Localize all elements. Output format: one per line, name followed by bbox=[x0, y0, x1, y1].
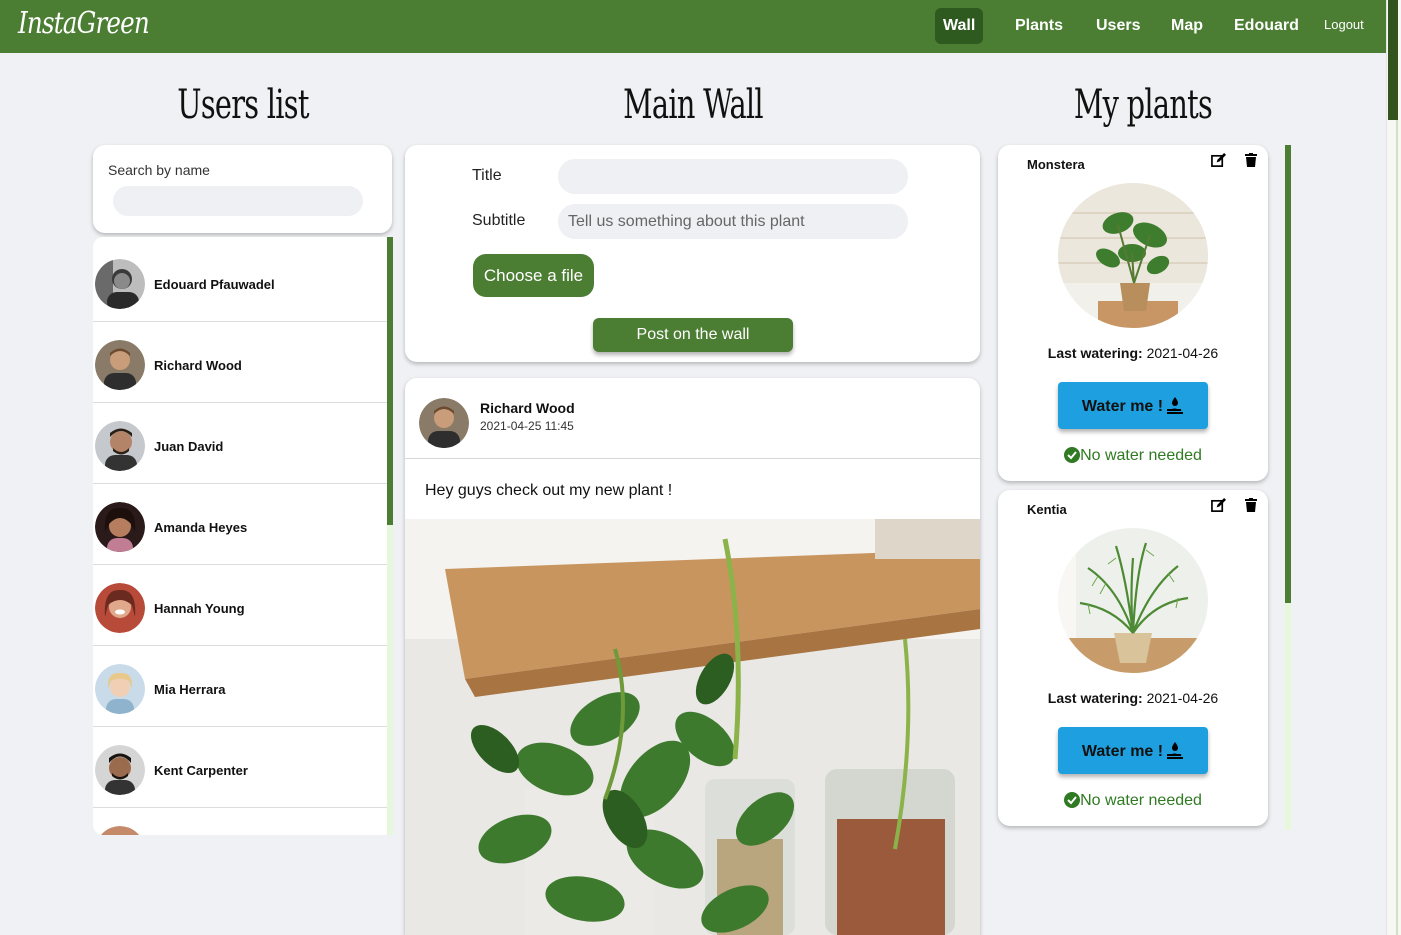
subtitle-input[interactable] bbox=[558, 204, 908, 239]
trash-icon[interactable] bbox=[1245, 498, 1257, 512]
post-text: Hey guys check out my new plant ! bbox=[425, 482, 673, 499]
user-search-input[interactable] bbox=[113, 186, 363, 216]
water-status: No water needed bbox=[998, 447, 1268, 465]
nav-profile[interactable]: Edouard bbox=[1226, 8, 1307, 44]
nav-wall[interactable]: Wall bbox=[935, 8, 984, 44]
user-row[interactable]: Edouard Pfauwadel bbox=[93, 241, 387, 322]
nav-users[interactable]: Users bbox=[1088, 8, 1148, 44]
plant-photo bbox=[1058, 528, 1208, 673]
users-scrollbar-thumb[interactable] bbox=[387, 237, 393, 525]
post-form: Title Subtitle Choose a file Post on the… bbox=[405, 145, 980, 362]
user-row[interactable]: Amanda Heyes bbox=[93, 484, 387, 565]
plants-scrollbar-thumb[interactable] bbox=[1285, 145, 1291, 603]
user-name: Amanda Heyes bbox=[154, 520, 248, 535]
post-author-avatar[interactable] bbox=[419, 398, 469, 448]
check-circle-icon bbox=[1064, 792, 1081, 808]
nav-map[interactable]: Map bbox=[1163, 8, 1211, 44]
user-name: Richard Wood bbox=[154, 358, 242, 373]
water-button-label: Water me ! bbox=[1081, 742, 1164, 760]
user-row[interactable] bbox=[93, 808, 387, 835]
last-watering: Last watering: 2021-04-26 bbox=[998, 345, 1268, 361]
post-author[interactable]: Richard Wood bbox=[480, 400, 575, 416]
user-name: Juan David bbox=[154, 439, 224, 454]
water-button[interactable]: Water me ! bbox=[1058, 727, 1208, 774]
users-list-title: Users list bbox=[177, 82, 309, 128]
subtitle-label: Subtitle bbox=[472, 212, 526, 229]
user-name: Kent Carpenter bbox=[154, 763, 248, 778]
last-watering-label: Last watering: bbox=[1047, 690, 1143, 706]
user-row[interactable]: Mia Herrara bbox=[93, 646, 387, 727]
user-avatar bbox=[95, 826, 145, 835]
users-list: Edouard Pfauwadel Richard Wood Juan Davi… bbox=[93, 237, 393, 835]
user-row[interactable]: Hannah Young bbox=[93, 565, 387, 646]
water-status-text: No water needed bbox=[1080, 447, 1202, 464]
user-row[interactable]: Juan David bbox=[93, 403, 387, 484]
user-avatar bbox=[95, 502, 145, 552]
water-status: No water needed bbox=[998, 792, 1268, 810]
last-watering-label: Last watering: bbox=[1047, 345, 1143, 361]
post-date: 2021-04-25 11:45 bbox=[480, 419, 574, 433]
last-watering: Last watering: 2021-04-26 bbox=[998, 690, 1268, 706]
window-scrollbar[interactable] bbox=[1386, 0, 1401, 935]
window-scrollbar-thumb[interactable] bbox=[1388, 0, 1398, 120]
title-label: Title bbox=[472, 167, 502, 184]
last-watering-date: 2021-04-26 bbox=[1146, 690, 1219, 706]
my-plants-title: My plants bbox=[1073, 82, 1213, 128]
hand-water-icon bbox=[1167, 741, 1184, 759]
wall-post: Richard Wood 2021-04-25 11:45 Hey guys c… bbox=[405, 378, 980, 935]
plant-name: Monstera bbox=[1027, 157, 1085, 172]
water-button[interactable]: Water me ! bbox=[1058, 382, 1208, 429]
plant-name: Kentia bbox=[1027, 502, 1067, 517]
plant-card: Kentia Last watering: 2021-04-26 Water m… bbox=[998, 490, 1268, 826]
plant-photo bbox=[1058, 183, 1208, 328]
user-avatar bbox=[95, 745, 145, 795]
main-wall-title: Main Wall bbox=[623, 82, 764, 128]
app-logo[interactable]: InstaGreen bbox=[18, 6, 150, 41]
navbar: InstaGreen Wall Plants Users Map Edouard… bbox=[0, 0, 1386, 53]
plant-card: Monstera Last watering: 2021-04-26 Water… bbox=[998, 145, 1268, 481]
user-row[interactable]: Richard Wood bbox=[93, 322, 387, 403]
user-row[interactable]: Kent Carpenter bbox=[93, 727, 387, 808]
user-avatar bbox=[95, 340, 145, 390]
check-circle-icon bbox=[1064, 447, 1081, 463]
user-name: Mia Herrara bbox=[154, 682, 226, 697]
user-avatar bbox=[95, 583, 145, 633]
hand-water-icon bbox=[1167, 396, 1184, 414]
user-search-card: Search by name bbox=[93, 145, 392, 233]
logout-link[interactable]: Logout bbox=[1324, 8, 1364, 44]
choose-file-button[interactable]: Choose a file bbox=[473, 254, 594, 297]
edit-icon[interactable] bbox=[1211, 498, 1226, 513]
edit-icon[interactable] bbox=[1211, 153, 1226, 168]
water-status-text: No water needed bbox=[1080, 792, 1202, 809]
user-name: Hannah Young bbox=[154, 601, 245, 616]
post-divider bbox=[405, 458, 980, 459]
user-avatar bbox=[95, 664, 145, 714]
user-name: Edouard Pfauwadel bbox=[154, 277, 275, 292]
nav-plants[interactable]: Plants bbox=[1007, 8, 1071, 44]
post-plant-image bbox=[405, 519, 980, 935]
window-scrollbar-rail bbox=[1396, 120, 1398, 935]
water-button-label: Water me ! bbox=[1081, 397, 1164, 415]
user-avatar bbox=[95, 421, 145, 471]
search-label: Search by name bbox=[108, 162, 210, 178]
user-avatar bbox=[95, 259, 145, 309]
post-button[interactable]: Post on the wall bbox=[593, 318, 793, 352]
trash-icon[interactable] bbox=[1245, 153, 1257, 167]
title-input[interactable] bbox=[558, 159, 908, 194]
last-watering-date: 2021-04-26 bbox=[1146, 345, 1219, 361]
